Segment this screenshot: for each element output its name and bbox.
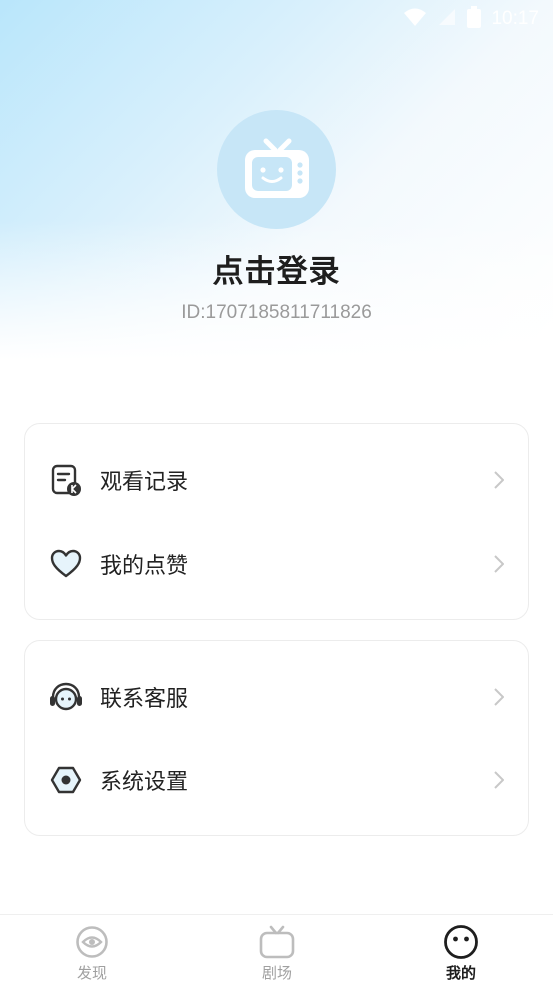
- menu-item-label: 联系客服: [100, 687, 189, 712]
- avatar[interactable]: [217, 110, 336, 229]
- menu-card-secondary: 联系客服 系统设置: [24, 640, 529, 836]
- battery-icon: [467, 6, 482, 32]
- status-time: 10:17: [491, 8, 539, 29]
- signal-icon: [437, 7, 457, 31]
- heart-icon: [49, 547, 83, 581]
- wifi-icon: [403, 7, 427, 31]
- tv-avatar-icon: [244, 138, 309, 198]
- menu-card-primary: 观看记录 我的点赞: [24, 423, 529, 620]
- chevron-right-icon: [492, 469, 506, 491]
- discover-icon: [74, 924, 110, 960]
- nav-label: 我的: [445, 964, 476, 982]
- menu-item-label: 我的点赞: [100, 554, 189, 579]
- chevron-right-icon: [492, 769, 506, 791]
- user-id: ID:1707185811711826: [181, 302, 372, 323]
- nav-tab-theater[interactable]: 剧场: [217, 915, 337, 983]
- login-button[interactable]: 点击登录: [0, 246, 553, 291]
- headset-icon: [49, 680, 83, 714]
- history-icon: [49, 463, 83, 497]
- menu-item-label: 观看记录: [100, 470, 189, 495]
- menu-item-watch-history[interactable]: 观看记录: [25, 450, 528, 510]
- settings-icon: [49, 763, 83, 797]
- menu-item-my-likes[interactable]: 我的点赞: [25, 534, 528, 594]
- menu-item-settings[interactable]: 系统设置: [25, 750, 528, 810]
- nav-tab-discover[interactable]: 发现: [32, 915, 152, 983]
- menu-item-customer-service[interactable]: 联系客服: [25, 667, 528, 727]
- status-bar: 10:17: [403, 6, 539, 32]
- chevron-right-icon: [492, 553, 506, 575]
- nav-label: 发现: [76, 964, 107, 982]
- chevron-right-icon: [492, 686, 506, 708]
- nav-label: 剧场: [261, 964, 292, 982]
- menu-item-label: 系统设置: [100, 770, 189, 795]
- smiley-icon: [443, 924, 479, 960]
- bottom-nav: 发现 剧场 我的: [0, 914, 553, 983]
- tv-icon: [259, 924, 295, 960]
- nav-tab-mine[interactable]: 我的: [401, 915, 521, 983]
